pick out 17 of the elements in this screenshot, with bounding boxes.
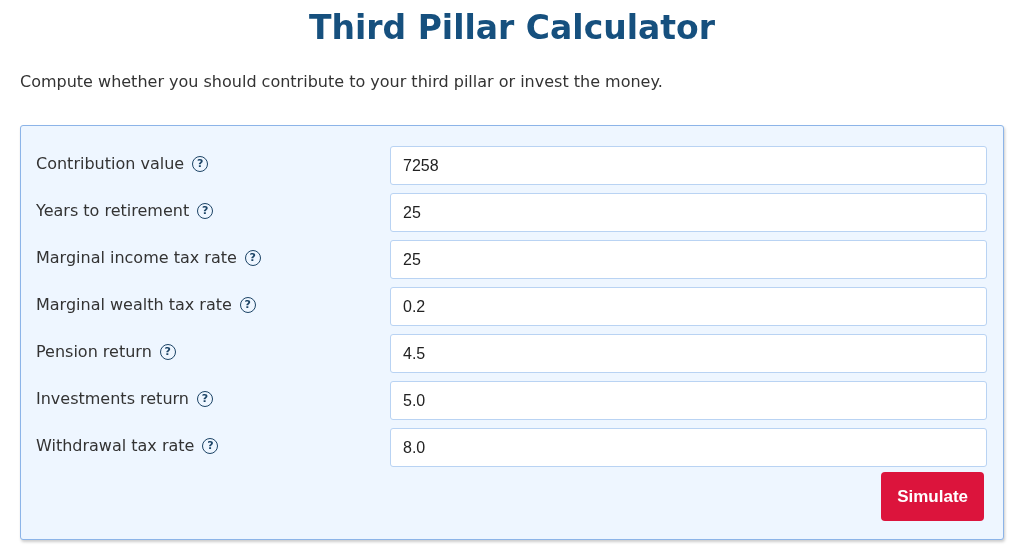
simulate-button[interactable]: Simulate [881,472,984,521]
input-field[interactable]: 4.5 [390,334,987,373]
field-label: Contribution value [36,154,185,173]
field-label: Investments return [36,389,189,408]
input-field[interactable]: 25 [390,193,987,232]
field-label: Years to retirement [36,201,190,220]
input-field[interactable]: 8.0 [390,428,987,467]
field-label: Pension return [36,342,152,361]
input-field[interactable]: 5.0 [390,381,987,420]
field-label: Withdrawal tax rate [36,436,195,455]
field-label: Marginal wealth tax rate [36,295,232,314]
input-field[interactable]: 25 [390,240,987,279]
input-field[interactable]: 0.2 [390,287,987,326]
input-field[interactable]: 7258 [390,146,987,185]
field-label: Marginal income tax rate [36,248,237,267]
intro-text: Compute whether you should contribute to your third pillar or invest the money. [20,72,664,91]
page-title: Third Pillar Calculator [308,8,716,48]
